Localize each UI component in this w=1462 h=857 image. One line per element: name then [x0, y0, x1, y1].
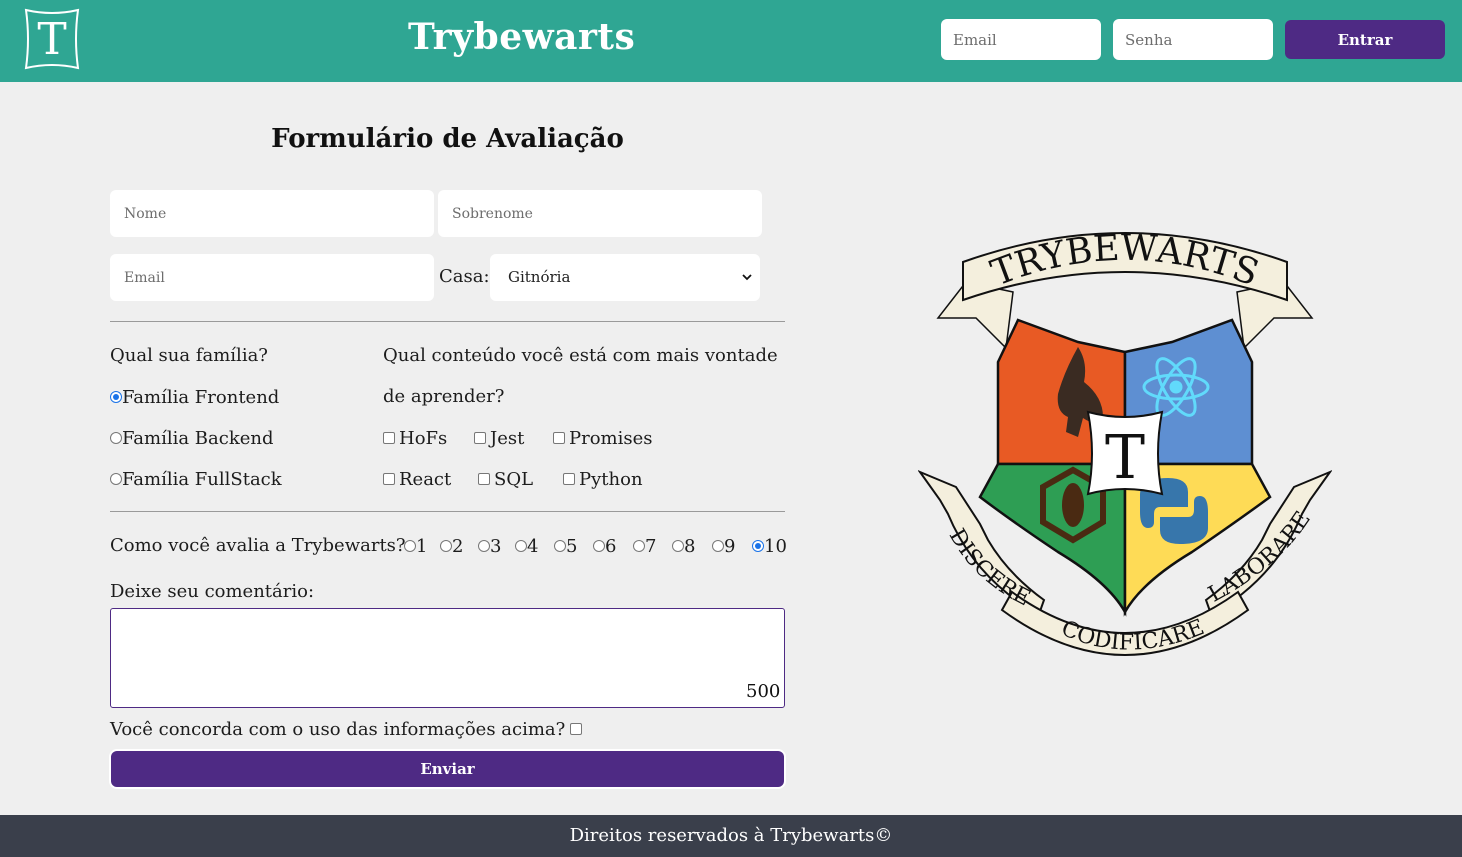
family-option-label: Família FullStack: [122, 468, 282, 490]
form-title: Formulário de Avaliação: [271, 124, 624, 154]
comment-label: Deixe seu comentário:: [110, 581, 315, 602]
content-option-sql[interactable]: SQL: [478, 467, 533, 491]
agreement-label: Você concorda com o uso das informações …: [110, 718, 566, 740]
rating-label: 3: [490, 535, 502, 557]
rating-label: 2: [452, 535, 464, 557]
family-question: Qual sua família?: [110, 345, 268, 366]
jest-checkbox[interactable]: [474, 432, 486, 444]
rating-label: 8: [684, 535, 696, 557]
house-label: Casa:: [439, 266, 490, 287]
rating-option-10[interactable]: 10: [752, 534, 787, 558]
content-option-label: React: [399, 468, 452, 490]
rating-radio[interactable]: [593, 540, 605, 552]
family-option-fullstack[interactable]: Família FullStack: [110, 467, 282, 491]
brand-title: Trybewarts: [408, 16, 636, 58]
svg-text:DISCERE: DISCERE: [944, 525, 1035, 612]
family-option-label: Família Frontend: [122, 386, 280, 408]
rating-radio[interactable]: [404, 540, 416, 552]
house-select[interactable]: Gitnória: [490, 254, 760, 301]
rating-question: Como você avalia a Trybewarts?: [110, 535, 406, 556]
rating-radio-selected[interactable]: [752, 540, 764, 552]
hofs-checkbox[interactable]: [383, 432, 395, 444]
agreement-option[interactable]: Você concorda com o uso das informações …: [110, 717, 586, 741]
rating-radio[interactable]: [440, 540, 452, 552]
trybewarts-logo-icon: T: [24, 8, 80, 70]
content-option-label: Python: [579, 468, 643, 490]
rating-option-1[interactable]: 1: [404, 534, 427, 558]
family-backend-radio[interactable]: [110, 432, 122, 444]
chevron-down-icon: [742, 274, 752, 281]
content-option-react[interactable]: React: [383, 467, 451, 491]
email-input[interactable]: [110, 254, 434, 301]
rating-label: 7: [645, 535, 657, 557]
rating-radio[interactable]: [633, 540, 645, 552]
rating-option-3[interactable]: 3: [478, 534, 501, 558]
content-option-label: Promises: [569, 427, 653, 449]
rating-option-9[interactable]: 9: [712, 534, 735, 558]
react-checkbox[interactable]: [383, 473, 395, 485]
svg-text:T: T: [37, 14, 66, 65]
header: T Trybewarts Entrar: [0, 0, 1462, 82]
rating-option-5[interactable]: 5: [554, 534, 577, 558]
divider: [110, 321, 785, 322]
submit-button[interactable]: Enviar: [111, 751, 784, 787]
content-option-jest[interactable]: Jest: [474, 426, 524, 450]
content-option-hofs[interactable]: HoFs: [383, 426, 447, 450]
rating-radio[interactable]: [672, 540, 684, 552]
char-counter: 500: [746, 681, 781, 702]
family-option-backend[interactable]: Família Backend: [110, 426, 274, 450]
content-question: Qual conteúdo você está com mais vontade: [383, 345, 778, 366]
agreement-checkbox[interactable]: [570, 723, 583, 735]
rating-label: 9: [724, 535, 736, 557]
login-email-input[interactable]: [941, 19, 1101, 60]
rating-label: 5: [566, 535, 578, 557]
family-option-frontend[interactable]: Família Frontend: [110, 385, 279, 409]
python-checkbox[interactable]: [563, 473, 575, 485]
family-fullstack-radio[interactable]: [110, 473, 122, 485]
sql-checkbox[interactable]: [478, 473, 490, 485]
footer-text: Direitos reservados à Trybewarts©: [569, 825, 893, 846]
rating-radio[interactable]: [515, 540, 527, 552]
lastname-input[interactable]: [438, 190, 762, 237]
content-option-label: Jest: [490, 427, 525, 449]
house-select-value: Gitnória: [508, 268, 571, 286]
rating-label: 10: [764, 535, 787, 557]
content-option-label: HoFs: [399, 427, 448, 449]
trybewarts-crest-logo: TRYBEWARTS T DISCERE CODIFICARE LABORARE: [918, 228, 1332, 656]
promises-checkbox[interactable]: [553, 432, 565, 444]
rating-label: 6: [605, 535, 617, 557]
footer: Direitos reservados à Trybewarts©: [0, 815, 1462, 857]
rating-radio[interactable]: [478, 540, 490, 552]
content-option-python[interactable]: Python: [563, 467, 643, 491]
svg-text:TRYBEWARTS: TRYBEWARTS: [986, 228, 1264, 295]
rating-option-8[interactable]: 8: [672, 534, 695, 558]
family-option-label: Família Backend: [122, 427, 274, 449]
login-button[interactable]: Entrar: [1285, 20, 1445, 59]
rating-option-6[interactable]: 6: [593, 534, 616, 558]
content-option-promises[interactable]: Promises: [553, 426, 653, 450]
rating-label: 1: [416, 535, 428, 557]
login-password-input[interactable]: [1113, 19, 1273, 60]
rating-option-4[interactable]: 4: [515, 534, 538, 558]
rating-label: 4: [527, 535, 539, 557]
comment-textarea[interactable]: [110, 608, 785, 708]
family-frontend-radio[interactable]: [110, 391, 122, 403]
content-option-label: SQL: [494, 468, 534, 490]
content-question-continued: de aprender?: [383, 386, 505, 407]
rating-radio[interactable]: [712, 540, 724, 552]
divider: [110, 511, 785, 512]
name-input[interactable]: [110, 190, 434, 237]
svg-text:T: T: [1105, 423, 1145, 493]
rating-option-7[interactable]: 7: [633, 534, 656, 558]
rating-option-2[interactable]: 2: [440, 534, 463, 558]
rating-radio[interactable]: [554, 540, 566, 552]
